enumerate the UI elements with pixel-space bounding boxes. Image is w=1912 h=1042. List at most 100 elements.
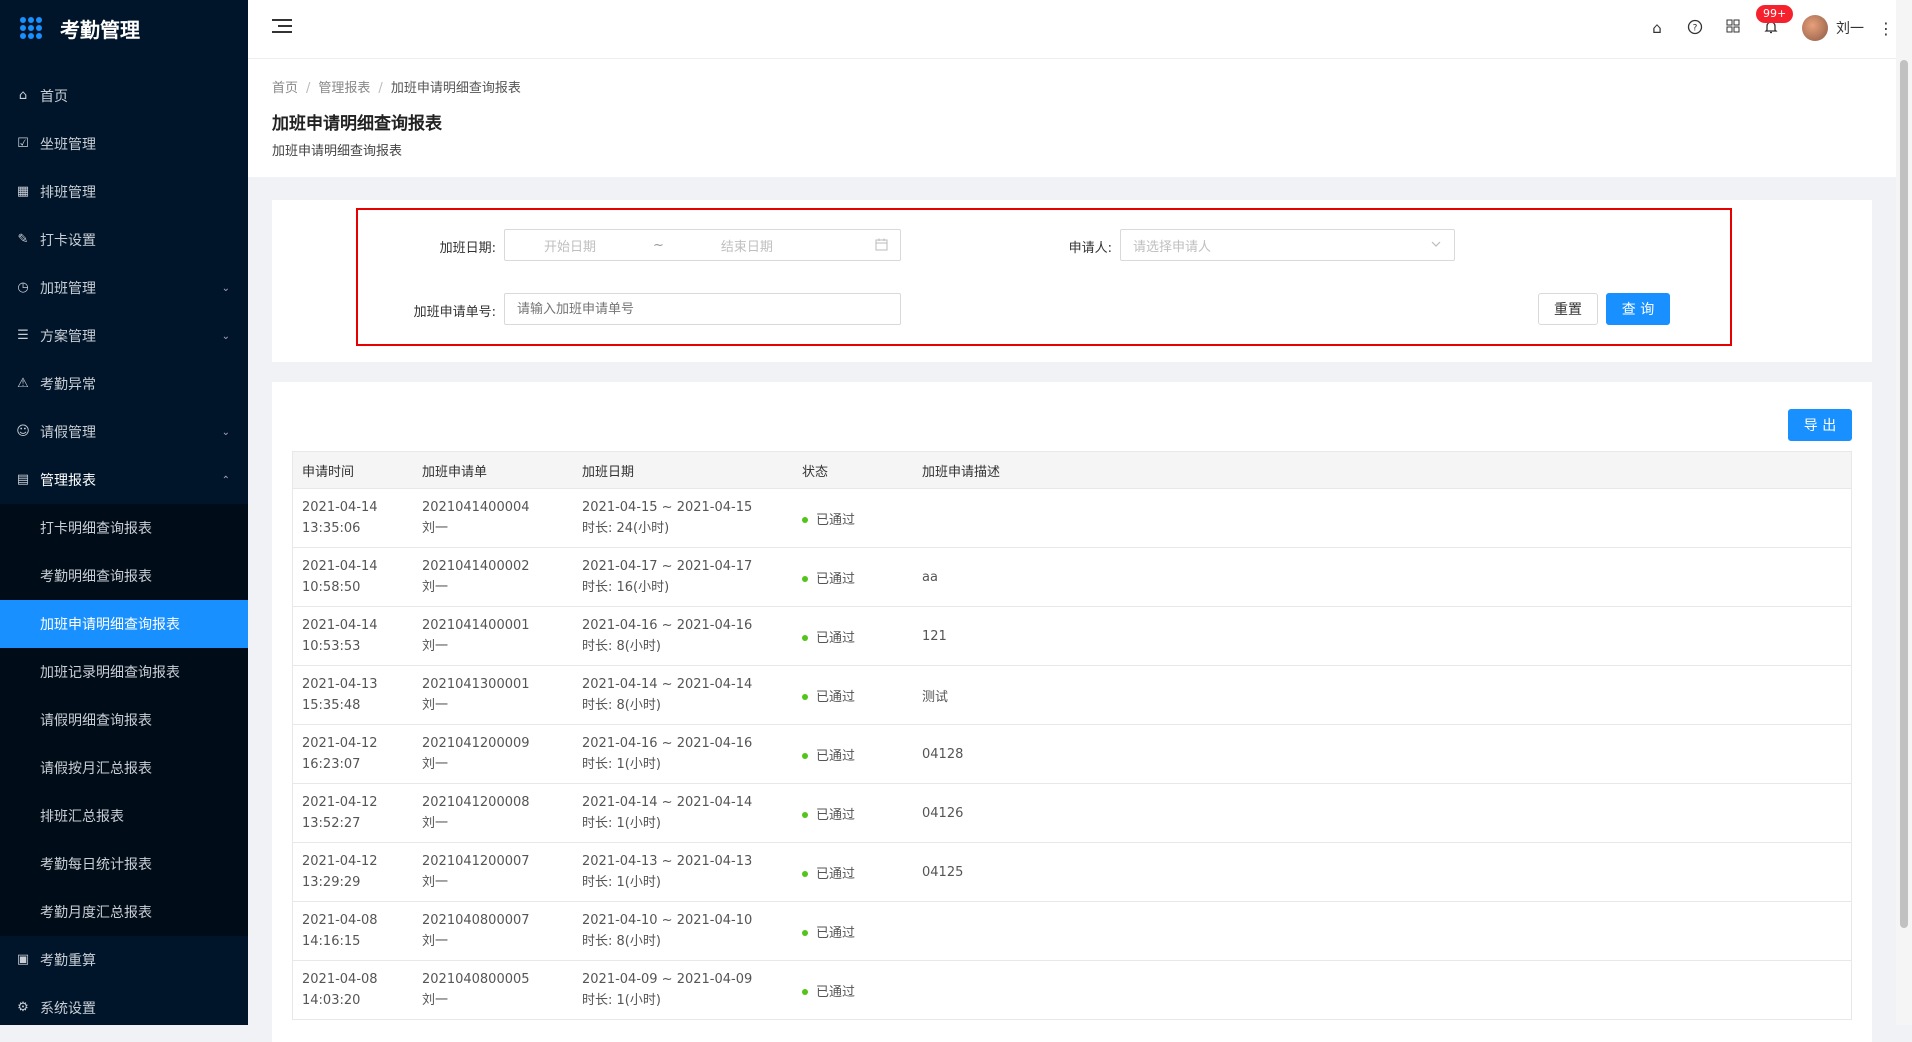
col-application: 加班申请单 bbox=[422, 464, 488, 480]
table-row[interactable]: 2021-04-08 14:16:15 2021040800007 刘一 2021-04… bbox=[293, 902, 1851, 961]
application-number: 2021040800007 bbox=[422, 913, 530, 928]
date-range-picker[interactable]: 开始日期 ~ 结束日期 bbox=[504, 229, 901, 261]
table-row[interactable]: 2021-04-12 16:23:07 2021041200009 刘一 2021-04… bbox=[293, 725, 1851, 784]
status-badge: 已通过 bbox=[816, 807, 856, 823]
cell-apply-time: 2021-04-14 10:53:53 bbox=[293, 615, 413, 657]
avatar[interactable] bbox=[1802, 15, 1828, 41]
cell-apply-time: 2021-04-08 14:03:20 bbox=[293, 969, 413, 1011]
applicant-name: 刘一 bbox=[422, 757, 449, 772]
header-actions: ⌂ ? 99+ 刘一 ⋮ bbox=[1628, 0, 1894, 56]
home-icon[interactable]: ⌂ bbox=[1648, 19, 1666, 37]
table-header: 申请时间 加班申请单 加班日期 状态 加班申请描述 bbox=[293, 452, 1851, 489]
chevron-up-icon: ⌃ bbox=[221, 474, 230, 486]
reset-button[interactable]: 重置 bbox=[1538, 293, 1598, 325]
sidebar-item-reports[interactable]: ▤ 管理报表 ⌃ bbox=[0, 456, 248, 504]
document-icon: ☰ bbox=[17, 328, 29, 343]
sidebar-item-label: 加班管理 bbox=[40, 281, 96, 297]
application-number-label: 加班申请单号: bbox=[413, 305, 496, 320]
cell-description: aa bbox=[922, 569, 938, 585]
cell-overtime-date: 2021-04-13 ~ 2021-04-13 时长: 1(小时) bbox=[573, 851, 793, 893]
sidebar-subitem-leave-report[interactable]: 请假明细查询报表 bbox=[0, 696, 248, 744]
apply-date: 2021-04-14 bbox=[302, 500, 378, 515]
applicant-name: 刘一 bbox=[422, 580, 449, 595]
sidebar-subitem-overtime-record-report[interactable]: 加班记录明细查询报表 bbox=[0, 648, 248, 696]
breadcrumb-home[interactable]: 首页 bbox=[272, 81, 298, 96]
checkbox-icon: ☑ bbox=[17, 136, 29, 151]
svg-text:?: ? bbox=[1693, 24, 1698, 34]
applicant-name: 刘一 bbox=[422, 698, 449, 713]
status-badge: 已通过 bbox=[816, 689, 856, 705]
sidebar-subitem-daily-stats[interactable]: 考勤每日统计报表 bbox=[0, 840, 248, 888]
sidebar-item-label: 排班管理 bbox=[40, 185, 96, 201]
page-scrollbar[interactable] bbox=[1896, 0, 1912, 1025]
table-row[interactable]: 2021-04-12 13:29:29 2021041200007 刘一 2021-04… bbox=[293, 843, 1851, 902]
sidebar-item-seat[interactable]: ☑ 坐班管理 bbox=[0, 120, 248, 168]
table-row[interactable]: 2021-04-14 13:35:06 2021041400004 刘一 2021-04… bbox=[293, 489, 1851, 548]
sidebar-item-schedule[interactable]: ▦ 排班管理 bbox=[0, 168, 248, 216]
end-date-input[interactable]: 结束日期 bbox=[682, 236, 812, 255]
overtime-range: 2021-04-15 ~ 2021-04-15 bbox=[582, 500, 753, 515]
overtime-duration: 时长: 16(小时) bbox=[582, 580, 670, 595]
applicant-name: 刘一 bbox=[422, 639, 449, 654]
table-row[interactable]: 2021-04-08 14:03:20 2021040800005 刘一 2021-04… bbox=[293, 961, 1851, 1020]
sidebar-item-exceptions[interactable]: ⚠ 考勤异常 bbox=[0, 360, 248, 408]
overtime-duration: 时长: 1(小时) bbox=[582, 757, 661, 772]
application-number-input[interactable] bbox=[504, 293, 901, 325]
cell-apply-time: 2021-04-12 13:29:29 bbox=[293, 851, 413, 893]
gear-icon: ⚙ bbox=[17, 1000, 29, 1015]
sidebar-subitem-leave-monthly-report[interactable]: 请假按月汇总报表 bbox=[0, 744, 248, 792]
user-name[interactable]: 刘一 bbox=[1836, 18, 1864, 38]
apply-clock: 13:52:27 bbox=[302, 816, 361, 831]
query-button[interactable]: 查 询 bbox=[1606, 293, 1670, 325]
status-badge: 已通过 bbox=[816, 866, 856, 882]
status-badge: 已通过 bbox=[816, 571, 856, 587]
apply-date: 2021-04-12 bbox=[302, 736, 378, 751]
sidebar-subitem-punch-report[interactable]: 打卡明细查询报表 bbox=[0, 504, 248, 552]
sidebar-item-overtime[interactable]: ◷ 加班管理 ⌄ bbox=[0, 264, 248, 312]
cell-overtime-date: 2021-04-14 ~ 2021-04-14 时长: 1(小时) bbox=[573, 792, 793, 834]
col-overtime-date: 加班日期 bbox=[582, 464, 635, 480]
status-badge: 已通过 bbox=[816, 512, 856, 528]
cell-status: 已通过 bbox=[793, 981, 913, 1000]
applicant-name: 刘一 bbox=[422, 934, 449, 949]
logo[interactable]: 考勤管理 bbox=[0, 0, 248, 56]
sidebar-item-label: 方案管理 bbox=[40, 329, 96, 345]
apps-icon[interactable] bbox=[1724, 19, 1742, 37]
table-row[interactable]: 2021-04-14 10:58:50 2021041400002 刘一 2021-04… bbox=[293, 548, 1851, 607]
start-date-input[interactable]: 开始日期 bbox=[505, 236, 635, 255]
table-row[interactable]: 2021-04-13 15:35:48 2021041300001 刘一 2021-04… bbox=[293, 666, 1851, 725]
menu-fold-icon[interactable] bbox=[272, 19, 292, 37]
cell-description: 测试 bbox=[922, 689, 949, 705]
sidebar-subitem-attendance-report[interactable]: 考勤明细查询报表 bbox=[0, 552, 248, 600]
overtime-range: 2021-04-16 ~ 2021-04-16 bbox=[582, 618, 753, 633]
applicant-label: 申请人: bbox=[1068, 241, 1112, 256]
sidebar-subitem-overtime-apply-report[interactable]: 加班申请明细查询报表 bbox=[0, 600, 248, 648]
more-vertical-icon[interactable]: ⋮ bbox=[1878, 19, 1894, 38]
applicant-select[interactable]: 请选择申请人 bbox=[1120, 229, 1455, 261]
overtime-table: 申请时间 加班申请单 加班日期 状态 加班申请描述 2021-04-14 13:3… bbox=[292, 451, 1852, 1020]
sidebar-subitem-monthly-summary[interactable]: 考勤月度汇总报表 bbox=[0, 888, 248, 936]
application-number: 2021041400002 bbox=[422, 559, 530, 574]
help-icon[interactable]: ? bbox=[1686, 19, 1704, 37]
overtime-range: 2021-04-09 ~ 2021-04-09 bbox=[582, 972, 753, 987]
sidebar-item-punch-settings[interactable]: ✎ 打卡设置 bbox=[0, 216, 248, 264]
sidebar-item-home[interactable]: ⌂ 首页 bbox=[0, 72, 248, 120]
sidebar-item-leave[interactable]: ☺ 请假管理 ⌄ bbox=[0, 408, 248, 456]
cell-status: 已通过 bbox=[793, 509, 913, 528]
scrollbar-thumb[interactable] bbox=[1900, 60, 1908, 928]
breadcrumb-reports[interactable]: 管理报表 bbox=[318, 81, 370, 96]
cell-application: 2021040800007 刘一 bbox=[413, 910, 573, 952]
application-number: 2021041400004 bbox=[422, 500, 530, 515]
sidebar-item-label: 首页 bbox=[40, 89, 68, 105]
sidebar-subitem-schedule-summary[interactable]: 排班汇总报表 bbox=[0, 792, 248, 840]
calendar-icon: ▦ bbox=[16, 184, 30, 199]
table-row[interactable]: 2021-04-12 13:52:27 2021041200008 刘一 2021-04… bbox=[293, 784, 1851, 843]
bell-icon[interactable]: 99+ bbox=[1756, 5, 1794, 37]
cell-description: 04128 bbox=[922, 746, 964, 762]
cell-status: 已通过 bbox=[793, 922, 913, 941]
table-row[interactable]: 2021-04-14 10:53:53 2021041400001 刘一 2021-04… bbox=[293, 607, 1851, 666]
app-title: 考勤管理 bbox=[60, 17, 140, 42]
sidebar-item-plans[interactable]: ☰ 方案管理 ⌄ bbox=[0, 312, 248, 360]
export-button[interactable]: 导 出 bbox=[1788, 409, 1852, 441]
sidebar-item-recalculate[interactable]: ▣ 考勤重算 bbox=[0, 936, 248, 984]
